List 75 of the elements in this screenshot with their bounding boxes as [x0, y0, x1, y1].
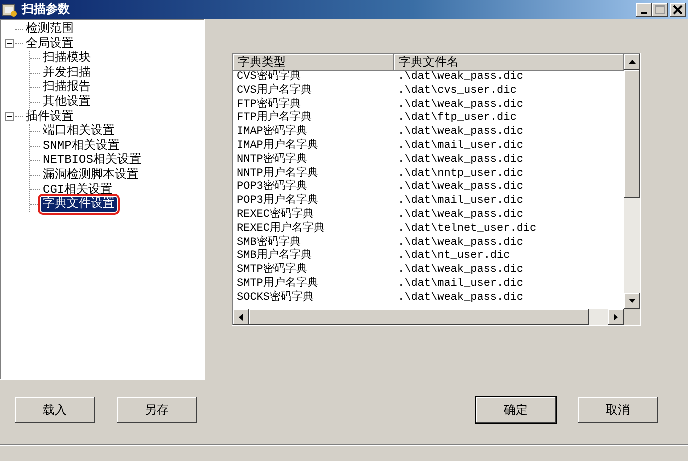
table-cell-text: FTP用户名字典: [236, 112, 313, 124]
left-arrow-icon: [239, 314, 243, 320]
column-header[interactable]: 字典类型: [233, 54, 394, 71]
tree-item[interactable]: CGI相关设置: [41, 182, 115, 198]
maximize-icon: [655, 4, 665, 14]
table-cell-text: .\dat\telnet_user.dic: [397, 222, 538, 237]
window-icon: [2, 2, 18, 16]
dialog-button[interactable]: 确定: [476, 397, 556, 423]
collapse-icon[interactable]: [5, 112, 14, 122]
table-cell-text: NNTP用户名字典: [236, 168, 320, 180]
table-cell-text: IMAP密码字典: [236, 126, 308, 138]
down-arrow-icon: [628, 299, 636, 303]
table-cell-text: .\dat\ftp_user.dic: [397, 112, 518, 126]
table-cell-text: .\dat\weak_pass.dic: [397, 126, 524, 140]
table-cell-text: .\dat\weak_pass.dic: [397, 208, 524, 223]
tree-item[interactable]: 检测范围: [24, 22, 76, 37]
table-cell-text: .\dat\weak_pass.dic: [397, 236, 524, 250]
table-cell-text: .\dat\nntp_user.dic: [397, 168, 524, 181]
tree-item[interactable]: 插件设置: [24, 110, 76, 124]
table-cell-text: .\dat\weak_pass.dic: [397, 264, 524, 278]
tree-item[interactable]: 扫描模块: [41, 51, 93, 66]
table-cell-text: .\dat\cvs_user.dic: [397, 84, 518, 99]
minimize-button[interactable]: [636, 2, 652, 16]
table-cell-text: SOCKS密码字典: [236, 292, 316, 306]
tree-item[interactable]: 漏洞检测脚本设置: [41, 168, 141, 183]
collapse-icon[interactable]: [5, 39, 14, 48]
scroll-right-button[interactable]: [608, 309, 624, 325]
close-icon: [673, 4, 683, 14]
scroll-up-button[interactable]: [624, 54, 640, 70]
right-arrow-icon: [614, 314, 618, 320]
table-cell-text: REXEC密码字典: [236, 208, 316, 222]
table-cell-text: NNTP密码字典: [236, 154, 308, 166]
close-button[interactable]: [670, 2, 686, 16]
tree-item[interactable]: 字典文件设置: [41, 197, 117, 212]
table-cell-text: FTP密码字典: [236, 98, 301, 111]
table-cell-text: IMAP用户名字典: [236, 140, 320, 152]
horizontal-scrollbar[interactable]: [233, 309, 640, 325]
table-cell-text: REXEC用户名字典: [236, 222, 326, 236]
minimize-icon: [641, 12, 647, 14]
table-cell-text: .\dat\weak_pass.dic: [397, 181, 524, 195]
scroll-thumb[interactable]: [249, 309, 589, 325]
scroll-thumb[interactable]: [624, 70, 640, 198]
table-cell-text: SMB密码字典: [236, 236, 301, 249]
dialog-button[interactable]: 取消: [578, 397, 658, 423]
column-header[interactable]: 字典文件名: [394, 54, 624, 71]
table-cell-text: .\dat\weak_pass.dic: [397, 292, 524, 306]
tree-item[interactable]: 扫描报告: [41, 80, 93, 95]
table-cell-text: CVS密码字典: [236, 71, 302, 84]
scrollbar-corner: [624, 309, 640, 325]
tree-item[interactable]: 其他设置: [41, 94, 93, 110]
table-cell-text: .\dat\nt_user.dic: [397, 250, 512, 264]
vertical-scrollbar[interactable]: [624, 54, 640, 309]
table-cell-text: .\dat\mail_user.dic: [397, 140, 524, 154]
table-cell-text: .\dat\weak_pass.dic: [397, 71, 524, 85]
dialog-button[interactable]: 另存: [117, 397, 197, 423]
table-cell-text: CVS用户名字典: [236, 84, 313, 98]
table-cell-text: .\dat\mail_user.dic: [397, 195, 524, 209]
table-cell-text: SMTP密码字典: [236, 264, 308, 276]
up-arrow-icon: [628, 60, 636, 64]
table-cell-text: POP3用户名字典: [236, 195, 320, 208]
tree-item[interactable]: 全局设置: [24, 36, 76, 52]
table-cell-text: POP3密码字典: [236, 181, 308, 194]
table-cell-text: .\dat\weak_pass.dic: [397, 98, 524, 112]
window-title: 扫描参数: [22, 1, 71, 18]
table-cell-text: .\dat\weak_pass.dic: [397, 154, 524, 168]
table-cell-text: .\dat\mail_user.dic: [397, 278, 524, 292]
dialog-button[interactable]: 载入: [15, 397, 95, 423]
table-cell-text: SMB用户名字典: [236, 250, 313, 262]
tree-item[interactable]: 端口相关设置: [41, 124, 117, 139]
scroll-left-button[interactable]: [233, 309, 249, 325]
tree-item[interactable]: SNMP相关设置: [41, 138, 122, 154]
scroll-down-button[interactable]: [624, 293, 640, 309]
tree-item[interactable]: 并发扫描: [41, 66, 93, 80]
tree-item[interactable]: NETBIOS相关设置: [41, 153, 144, 168]
table-cell-text: SMTP用户名字典: [236, 278, 320, 290]
